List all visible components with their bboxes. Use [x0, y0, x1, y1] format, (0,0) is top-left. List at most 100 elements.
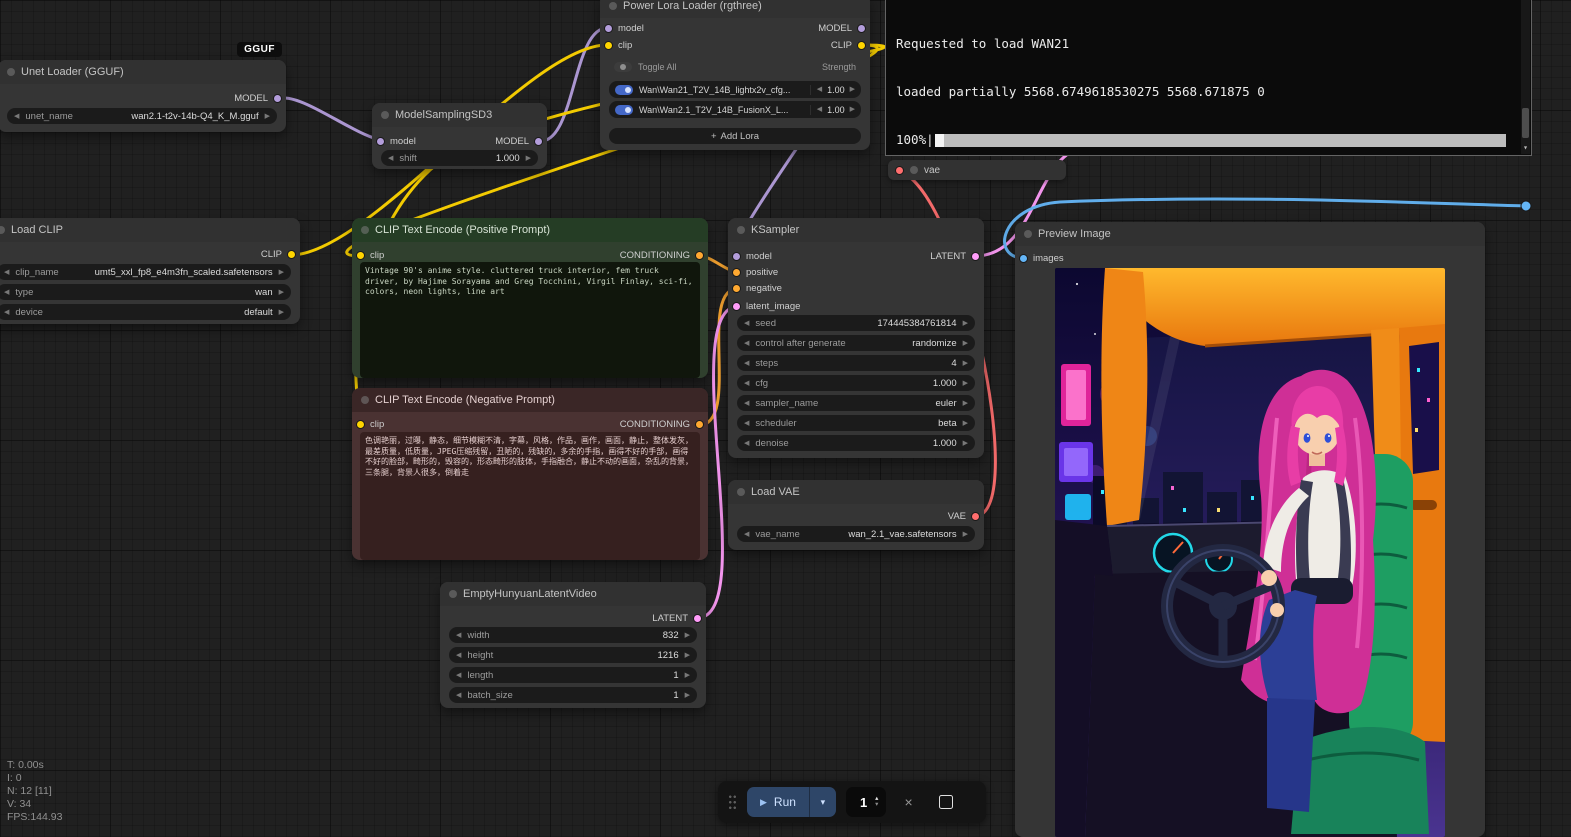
- output-slot-model[interactable]: MODEL: [234, 93, 282, 103]
- clear-queue-button[interactable]: ×: [904, 794, 912, 810]
- widget-vae-name[interactable]: ◀ vae_name wan_2.1_vae.safetensors ▶: [737, 526, 975, 542]
- decrement-arrow-icon[interactable]: ◀: [456, 632, 461, 639]
- decrement-arrow-icon[interactable]: ◀: [14, 113, 19, 120]
- negative-prompt-textarea[interactable]: 色调艳丽，过曝，静态，细节模糊不清，字幕，风格，作品，画作，画面，静止，整体发灰…: [360, 432, 700, 560]
- collapse-dot-icon[interactable]: [449, 590, 457, 598]
- widget-scheduler[interactable]: ◀ scheduler beta ▶: [737, 415, 975, 431]
- collapse-dot-icon[interactable]: [910, 166, 918, 174]
- lora-toggle-switch[interactable]: [615, 85, 633, 95]
- widget-cfg[interactable]: ◀ cfg 1.000 ▶: [737, 375, 975, 391]
- node-clip-text-encode-negative[interactable]: CLIP Text Encode (Negative Prompt) clip …: [352, 388, 708, 560]
- node-header[interactable]: ModelSamplingSD3: [372, 103, 547, 127]
- collapse-dot-icon[interactable]: [381, 111, 389, 119]
- decrement-arrow-icon[interactable]: ◀: [4, 289, 9, 296]
- console-log-panel[interactable]: Requested to load WAN21 loaded partially…: [885, 0, 1532, 156]
- increment-arrow-icon[interactable]: ▶: [685, 652, 690, 659]
- latent-slot-dot[interactable]: [971, 252, 980, 261]
- increment-arrow-icon[interactable]: ▶: [685, 692, 690, 699]
- node-header[interactable]: Load CLIP: [0, 218, 300, 242]
- latent-slot-dot[interactable]: [732, 302, 741, 311]
- increment-arrow-icon[interactable]: ▶: [963, 531, 968, 538]
- node-model-sampling-sd3[interactable]: ModelSamplingSD3 model MODEL ◀ shift 1.0…: [372, 103, 547, 169]
- model-slot-dot[interactable]: [732, 252, 741, 261]
- input-slot-model[interactable]: model: [376, 136, 416, 146]
- run-button[interactable]: ▶ Run: [747, 787, 809, 817]
- increment-arrow-icon[interactable]: ▶: [850, 106, 855, 113]
- widget-device[interactable]: ◀ device default ▶: [0, 304, 291, 320]
- collapse-dot-icon[interactable]: [0, 226, 5, 234]
- node-header[interactable]: CLIP Text Encode (Negative Prompt): [352, 388, 708, 412]
- batch-count-stepper[interactable]: 1 ▴ ▾: [846, 787, 887, 817]
- conditioning-slot-dot[interactable]: [732, 284, 741, 293]
- decrement-arrow-icon[interactable]: ◀: [744, 531, 749, 538]
- stepper-arrows[interactable]: ▴ ▾: [875, 796, 878, 808]
- decrement-arrow-icon[interactable]: ◀: [744, 360, 749, 367]
- decrement-arrow-icon[interactable]: ◀: [456, 672, 461, 679]
- decrement-arrow-icon[interactable]: ◀: [744, 400, 749, 407]
- node-clip-text-encode-positive[interactable]: CLIP Text Encode (Positive Prompt) clip …: [352, 218, 708, 378]
- node-header[interactable]: EmptyHunyuanLatentVideo: [440, 582, 706, 606]
- collapse-dot-icon[interactable]: [361, 226, 369, 234]
- output-slot-conditioning[interactable]: CONDITIONING: [620, 250, 704, 260]
- decrement-arrow-icon[interactable]: ◀: [817, 86, 822, 93]
- run-button-group[interactable]: ▶ Run ▾: [747, 787, 836, 817]
- output-slot-latent[interactable]: LATENT: [652, 613, 702, 623]
- node-header[interactable]: Load VAE: [728, 480, 984, 504]
- decrement-arrow-icon[interactable]: ◀: [817, 106, 822, 113]
- toggle-all-group[interactable]: Toggle All: [614, 62, 677, 72]
- stop-icon[interactable]: [939, 795, 953, 809]
- lora-row[interactable]: Wan\Wan2.1_T2V_14B_FusionX_L... ◀ 1.00 ▶: [609, 101, 861, 118]
- lora-row[interactable]: Wan\Wan21_T2V_14B_lightx2v_cfg... ◀ 1.00…: [609, 81, 861, 98]
- latent-slot-dot[interactable]: [693, 614, 702, 623]
- input-slot-model[interactable]: model: [732, 251, 772, 261]
- increment-arrow-icon[interactable]: ▶: [963, 440, 968, 447]
- console-scrollbar[interactable]: ▾: [1521, 0, 1530, 154]
- vae-slot-dot[interactable]: [895, 166, 904, 175]
- node-header[interactable]: Unet Loader (GGUF): [0, 60, 286, 84]
- increment-arrow-icon[interactable]: ▶: [963, 380, 968, 387]
- decrement-arrow-icon[interactable]: ◀: [744, 340, 749, 347]
- increment-arrow-icon[interactable]: ▶: [279, 269, 284, 276]
- node-ksampler[interactable]: KSampler model LATENT positive negative …: [728, 218, 984, 458]
- widget-steps[interactable]: ◀ steps 4 ▶: [737, 355, 975, 371]
- lora-strength[interactable]: ◀ 1.00 ▶: [810, 85, 855, 95]
- increment-arrow-icon[interactable]: ▶: [850, 86, 855, 93]
- positive-prompt-textarea[interactable]: Vintage 90's anime style. cluttered truc…: [360, 262, 700, 378]
- decrement-arrow-icon[interactable]: ◀: [4, 269, 9, 276]
- increment-arrow-icon[interactable]: ▶: [963, 360, 968, 367]
- model-slot-dot[interactable]: [273, 94, 282, 103]
- decrement-arrow-icon[interactable]: ◀: [456, 652, 461, 659]
- widget-shift[interactable]: ◀ shift 1.000 ▶: [381, 150, 538, 166]
- node-vae-collapsed[interactable]: vae: [888, 160, 1066, 180]
- clip-slot-dot[interactable]: [287, 250, 296, 259]
- run-options-dropdown[interactable]: ▾: [809, 787, 836, 817]
- output-slot-model[interactable]: MODEL: [818, 23, 866, 33]
- input-slot-clip[interactable]: clip: [356, 250, 384, 260]
- node-load-clip[interactable]: Load CLIP CLIP ◀ clip_name umt5_xxl_fp8_…: [0, 218, 300, 324]
- widget-batch-size[interactable]: ◀ batch_size 1 ▶: [449, 687, 697, 703]
- lora-name[interactable]: Wan\Wan21_T2V_14B_lightx2v_cfg...: [639, 85, 804, 95]
- lora-toggle-switch[interactable]: [615, 105, 633, 115]
- model-slot-dot[interactable]: [604, 24, 613, 33]
- increment-arrow-icon[interactable]: ▶: [526, 155, 531, 162]
- increment-arrow-icon[interactable]: ▶: [685, 632, 690, 639]
- clip-slot-dot[interactable]: [857, 41, 866, 50]
- model-slot-dot[interactable]: [376, 137, 385, 146]
- lora-name[interactable]: Wan\Wan2.1_T2V_14B_FusionX_L...: [639, 105, 804, 115]
- clip-slot-dot[interactable]: [356, 420, 365, 429]
- widget-type[interactable]: ◀ type wan ▶: [0, 284, 291, 300]
- decrement-arrow-icon[interactable]: ◀: [744, 420, 749, 427]
- conditioning-slot-dot[interactable]: [695, 251, 704, 260]
- widget-sampler-name[interactable]: ◀ sampler_name euler ▶: [737, 395, 975, 411]
- input-slot-model[interactable]: model: [604, 23, 644, 33]
- increment-arrow-icon[interactable]: ▶: [963, 340, 968, 347]
- collapse-dot-icon[interactable]: [1024, 230, 1032, 238]
- conditioning-slot-dot[interactable]: [732, 268, 741, 277]
- input-slot-images[interactable]: images: [1019, 253, 1064, 263]
- decrement-arrow-icon[interactable]: ◀: [744, 380, 749, 387]
- collapse-dot-icon[interactable]: [361, 396, 369, 404]
- scrollbar-thumb[interactable]: [1522, 108, 1529, 138]
- clip-slot-dot[interactable]: [356, 251, 365, 260]
- input-slot-negative[interactable]: negative: [732, 283, 782, 293]
- widget-width[interactable]: ◀ width 832 ▶: [449, 627, 697, 643]
